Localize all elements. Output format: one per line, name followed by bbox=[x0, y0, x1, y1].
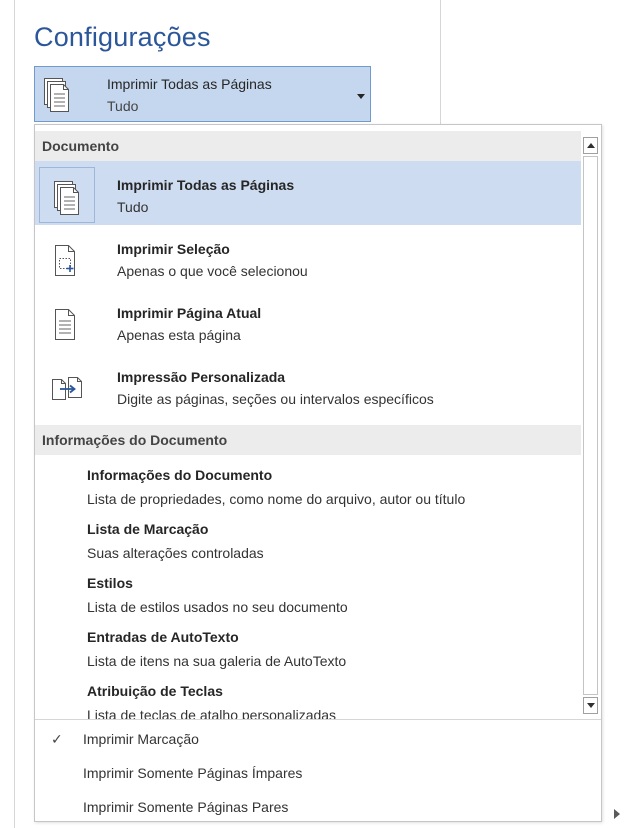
print-all-pages-icon bbox=[39, 167, 95, 223]
menu-item-title: Estilos bbox=[87, 575, 133, 591]
menu-item-title: Atribuição de Teclas bbox=[87, 683, 223, 699]
dropdown-selected-label: Imprimir Todas as Páginas bbox=[107, 76, 272, 92]
menu-item-description: Apenas o que você selecionou bbox=[117, 263, 308, 279]
menu-item-print-selection[interactable]: Imprimir Seleção Apenas o que você selec… bbox=[35, 225, 581, 289]
scrollbar-thumb[interactable] bbox=[583, 156, 598, 695]
menu-item-document-info[interactable]: Informações do Documento Lista de propri… bbox=[35, 465, 581, 519]
menu-item-print-all-pages[interactable]: Imprimir Todas as Páginas Tudo bbox=[35, 161, 581, 225]
custom-print-icon bbox=[39, 359, 95, 415]
print-current-page-icon bbox=[39, 295, 95, 351]
menu-item-title: Impressão Personalizada bbox=[117, 369, 286, 385]
menu-scroll-area: Documento Imprimir Todas as Páginas Tudo bbox=[35, 125, 581, 719]
menu-item-title: Imprimir Página Atual bbox=[117, 305, 262, 321]
page-title: Configurações bbox=[34, 22, 211, 52]
menu-item-key-assignments[interactable]: Atribuição de Teclas Lista de teclas de … bbox=[35, 681, 581, 719]
menu-item-description: Lista de teclas de atalho personalizadas bbox=[87, 707, 337, 719]
menu-item-styles[interactable]: Estilos Lista de estilos usados no seu d… bbox=[35, 573, 581, 627]
option-label: Imprimir Somente Páginas Pares bbox=[83, 799, 289, 815]
checkmark-icon: ✓ bbox=[51, 731, 63, 747]
option-label: Imprimir Somente Páginas Ímpares bbox=[83, 765, 303, 781]
chevron-down-icon[interactable] bbox=[357, 94, 365, 99]
menu-item-markup-list[interactable]: Lista de Marcação Suas alterações contro… bbox=[35, 519, 581, 573]
menu-item-title: Lista de Marcação bbox=[87, 521, 209, 537]
dropdown-selected-sublabel: Tudo bbox=[107, 98, 139, 114]
menu-item-print-current-page[interactable]: Imprimir Página Atual Apenas esta página bbox=[35, 289, 581, 353]
print-range-menu: Documento Imprimir Todas as Páginas Tudo bbox=[34, 124, 602, 822]
menu-item-description: Lista de propriedades, como nome do arqu… bbox=[87, 491, 466, 507]
option-print-odd-pages[interactable]: Imprimir Somente Páginas Ímpares bbox=[35, 759, 601, 791]
chevron-right-icon[interactable] bbox=[614, 809, 620, 819]
menu-item-custom-print[interactable]: Impressão Personalizada Digite as página… bbox=[35, 353, 581, 417]
section-header-document: Documento bbox=[35, 131, 581, 161]
print-range-dropdown[interactable]: Imprimir Todas as Páginas Tudo bbox=[34, 66, 371, 122]
print-all-pages-icon bbox=[43, 77, 73, 113]
section-header-document-info: Informações do Documento bbox=[35, 425, 581, 455]
menu-item-description: Lista de estilos usados no seu documento bbox=[87, 599, 348, 615]
menu-item-title: Imprimir Seleção bbox=[117, 241, 230, 257]
menu-item-description: Apenas esta página bbox=[117, 327, 241, 343]
menu-item-description: Digite as páginas, seções ou intervalos … bbox=[117, 391, 434, 407]
menu-scrollbar[interactable] bbox=[581, 125, 601, 719]
scroll-down-button[interactable] bbox=[583, 697, 598, 714]
print-selection-icon bbox=[39, 231, 95, 287]
menu-item-title: Imprimir Todas as Páginas bbox=[117, 177, 295, 193]
option-print-even-pages[interactable]: Imprimir Somente Páginas Pares bbox=[35, 793, 601, 821]
menu-item-autotext-entries[interactable]: Entradas de AutoTexto Lista de itens na … bbox=[35, 627, 581, 681]
panel-divider-right bbox=[440, 0, 441, 124]
section-header-label: Informações do Documento bbox=[42, 432, 228, 448]
options-divider bbox=[35, 719, 601, 720]
scroll-up-button[interactable] bbox=[583, 137, 598, 154]
menu-item-title: Informações do Documento bbox=[87, 467, 273, 483]
menu-item-description: Tudo bbox=[117, 199, 149, 215]
option-label: Imprimir Marcação bbox=[83, 731, 199, 747]
menu-item-description: Suas alterações controladas bbox=[87, 545, 264, 561]
section-header-label: Documento bbox=[42, 138, 119, 154]
menu-item-description: Lista de itens na sua galeria de AutoTex… bbox=[87, 653, 347, 669]
menu-item-title: Entradas de AutoTexto bbox=[87, 629, 239, 645]
option-print-markup[interactable]: ✓ Imprimir Marcação bbox=[35, 725, 601, 757]
panel-divider-left bbox=[14, 0, 15, 828]
